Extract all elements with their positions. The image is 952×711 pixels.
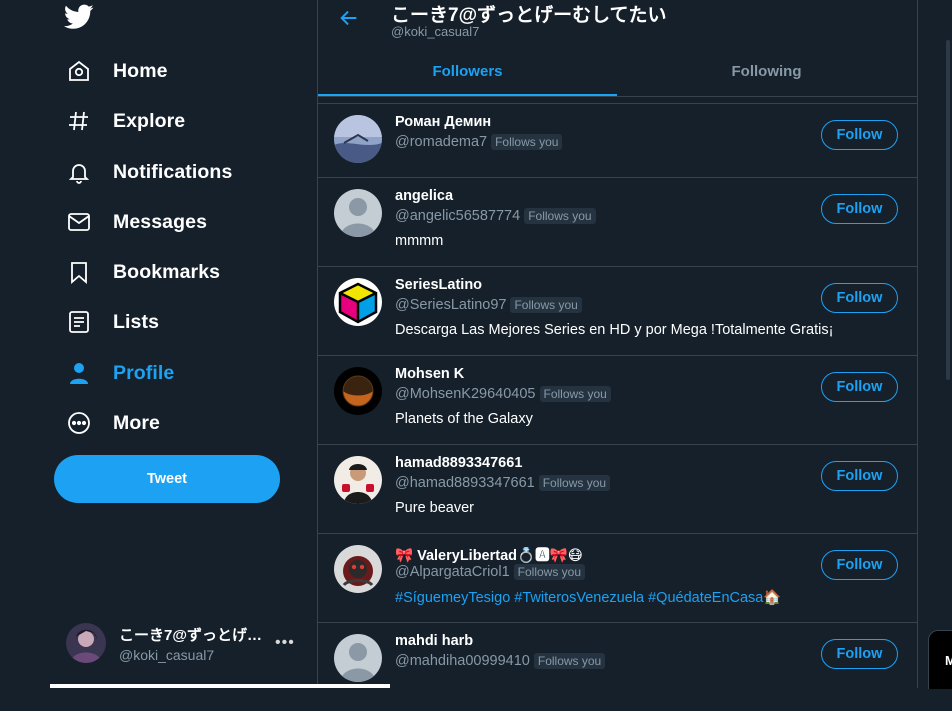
default-avatar-icon — [334, 634, 382, 682]
nav-more[interactable]: More — [66, 408, 160, 438]
account-switcher[interactable]: こーき7@ずっとげ… @koki_casual7 ••• — [66, 620, 306, 666]
user-row[interactable]: 🎀 ValeryLibertad💍🅰🎀😷 @AlpargataCriol1 Fol… — [318, 534, 917, 623]
user-handle: @MohsenK29640405 — [395, 386, 536, 402]
nav-lists[interactable]: Lists — [66, 307, 159, 337]
nav-label: Profile — [113, 361, 175, 384]
follows-you-badge: Follows you — [513, 564, 586, 580]
hashtag-icon — [66, 108, 92, 134]
user-handle: @AlpargataCriol1 — [395, 564, 510, 580]
nav-label: Bookmarks — [113, 260, 221, 283]
avatar — [66, 623, 106, 663]
follow-button[interactable]: Follow — [821, 120, 898, 150]
page-handle: @koki_casual7 — [391, 24, 480, 39]
follow-button[interactable]: Follow — [821, 194, 898, 224]
nav-label: Lists — [113, 310, 160, 333]
user-bio-hashtags[interactable]: #SíguemeyTesigo #TwiterosVenezuela #Quéd… — [395, 589, 781, 606]
user-name: Роман Демин — [395, 114, 492, 130]
nav-label: More — [113, 411, 160, 434]
messages-drawer[interactable]: M — [928, 630, 952, 689]
user-row[interactable]: SeriesLatino @SeriesLatino97 Follows you … — [318, 267, 917, 356]
account-name: こーき7@ずっとげ… — [119, 626, 262, 644]
follow-button[interactable]: Follow — [821, 639, 898, 669]
page-title: こーき7@ずっとげーむしてたい — [391, 5, 667, 26]
user-name: SeriesLatino — [395, 277, 483, 293]
follows-you-badge: Follows you — [510, 297, 582, 313]
user-row[interactable]: angelica @angelic56587774 Follows you mmm… — [318, 178, 917, 267]
follow-button[interactable]: Follow — [821, 372, 898, 402]
divider — [318, 97, 917, 104]
nav-label: Explore — [113, 109, 186, 132]
bell-icon — [66, 159, 92, 185]
user-bio: Pure beaver — [395, 500, 474, 516]
home-icon — [66, 58, 92, 84]
user-row[interactable]: mahdi harb @mahdiha00999410 Follows you F… — [318, 623, 917, 711]
user-bio: Descarga Las Mejores Series en HD y por … — [395, 322, 834, 338]
back-arrow-icon[interactable] — [338, 7, 360, 29]
avatar — [334, 115, 382, 163]
user-name: hamad8893347661 — [395, 455, 523, 471]
list-icon — [66, 309, 92, 335]
account-handle: @koki_casual7 — [119, 646, 215, 663]
follow-button[interactable]: Follow — [821, 283, 898, 313]
avatar — [334, 278, 382, 326]
user-row[interactable]: Роман Демин @romadema7 Follows you Follow — [318, 104, 917, 178]
user-row[interactable]: hamad8893347661 @hamad8893347661 Follows … — [318, 445, 917, 534]
main-column: こーき7@ずっとげーむしてたい @koki_casual7 Followers … — [317, 0, 918, 688]
tab-bar: Followers Following — [318, 48, 917, 97]
user-name: Mohsen K — [395, 366, 465, 382]
nav-explore[interactable]: Explore — [66, 106, 185, 136]
scrollbar-thumb[interactable] — [946, 40, 950, 380]
nav-label: Notifications — [113, 160, 233, 183]
user-handle: @SeriesLatino97 — [395, 297, 507, 313]
nav-messages[interactable]: Messages — [66, 207, 207, 237]
follow-button[interactable]: Follow — [821, 550, 898, 580]
nav-profile[interactable]: Profile — [66, 358, 174, 388]
sidebar: Home Explore Notifications Messages Book… — [0, 0, 318, 688]
user-row[interactable]: Mohsen K @MohsenK29640405 Follows you Pla… — [318, 356, 917, 445]
user-bio: Planets of the Galaxy — [395, 411, 533, 427]
profile-header: こーき7@ずっとげーむしてたい @koki_casual7 — [318, 0, 917, 48]
follows-you-badge: Follows you — [533, 653, 606, 669]
bookmark-icon — [66, 259, 92, 285]
nav-label: Messages — [113, 210, 208, 233]
user-handle: @angelic56587774 — [395, 208, 521, 224]
nav-bookmarks[interactable]: Bookmarks — [66, 257, 220, 287]
nav-home[interactable]: Home — [66, 56, 168, 86]
follows-you-badge: Follows you — [524, 208, 596, 224]
user-name: 🎀 ValeryLibertad💍🅰🎀😷 — [395, 548, 583, 564]
user-handle: @mahdiha00999410 — [395, 653, 530, 669]
follows-you-badge: Follows you — [539, 386, 611, 402]
more-dots-icon[interactable]: ••• — [275, 634, 295, 652]
user-icon — [66, 360, 92, 386]
tab-followers[interactable]: Followers — [318, 48, 617, 94]
twitter-logo-icon[interactable] — [63, 4, 94, 30]
tweet-button[interactable]: Tweet — [54, 455, 280, 503]
avatar — [334, 545, 382, 593]
user-name: angelica — [395, 188, 454, 204]
drawer-label-fragment: M — [945, 653, 952, 668]
tab-following[interactable]: Following — [617, 48, 916, 94]
user-bio: mmmm — [395, 233, 444, 249]
follows-you-badge: Follows you — [538, 475, 611, 491]
avatar — [334, 367, 382, 415]
user-handle: @hamad8893347661 — [395, 475, 535, 491]
nav-label: Home — [113, 59, 168, 82]
follow-button[interactable]: Follow — [821, 461, 898, 491]
default-avatar-icon — [334, 189, 382, 237]
avatar — [334, 456, 382, 504]
user-handle: @romadema7 — [395, 134, 488, 150]
follows-you-badge: Follows you — [491, 134, 563, 150]
user-name: mahdi harb — [395, 633, 474, 649]
nav-notifications[interactable]: Notifications — [66, 157, 232, 187]
active-tab-indicator — [318, 94, 617, 96]
more-circle-icon — [66, 410, 92, 436]
envelope-icon — [66, 209, 92, 235]
bottom-edge — [50, 684, 390, 688]
